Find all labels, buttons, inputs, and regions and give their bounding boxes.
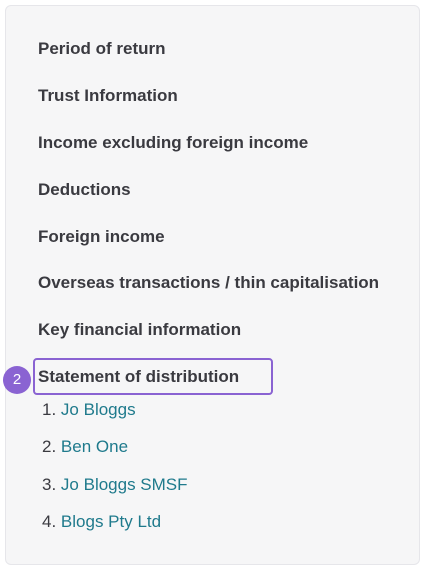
beneficiary-number: 1. <box>42 400 57 419</box>
beneficiary-link-jo-bloggs-smsf[interactable]: Jo Bloggs SMSF <box>61 475 188 494</box>
beneficiary-list-item: 3. Jo Bloggs SMSF <box>42 474 188 496</box>
nav-item-overseas-transactions[interactable]: Overseas transactions / thin capitalisat… <box>38 272 379 294</box>
nav-item-key-financial-information[interactable]: Key financial information <box>38 319 241 341</box>
beneficiary-number: 3. <box>42 475 57 494</box>
nav-item-statement-of-distribution[interactable]: Statement of distribution <box>38 366 239 388</box>
beneficiary-number: 2. <box>42 437 57 456</box>
beneficiary-link-blogs-pty-ltd[interactable]: Blogs Pty Ltd <box>61 512 161 531</box>
nav-item-foreign-income[interactable]: Foreign income <box>38 226 165 248</box>
beneficiary-list-item: 2. Ben One <box>42 436 128 458</box>
beneficiary-link-jo-bloggs[interactable]: Jo Bloggs <box>61 400 136 419</box>
beneficiary-list-item: 4. Blogs Pty Ltd <box>42 511 161 533</box>
nav-item-trust-information[interactable]: Trust Information <box>38 85 178 107</box>
step-number-badge: 2 <box>3 366 31 394</box>
nav-item-income-excluding-foreign[interactable]: Income excluding foreign income <box>38 132 308 154</box>
beneficiary-list-item: 1. Jo Bloggs <box>42 399 136 421</box>
nav-item-period-of-return[interactable]: Period of return <box>38 38 166 60</box>
beneficiary-number: 4. <box>42 512 57 531</box>
nav-item-deductions[interactable]: Deductions <box>38 179 131 201</box>
beneficiary-link-ben-one[interactable]: Ben One <box>61 437 128 456</box>
